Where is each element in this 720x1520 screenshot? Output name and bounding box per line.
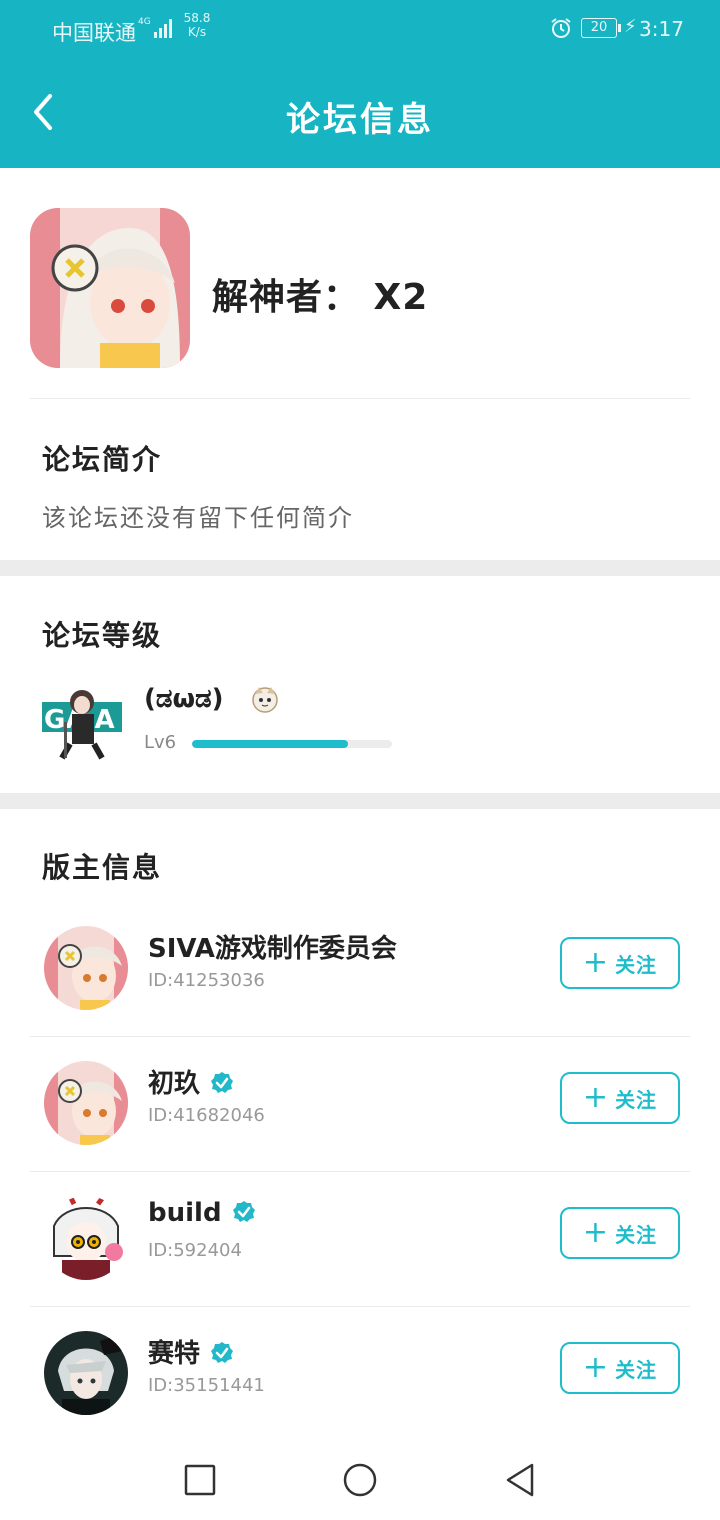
page-title: 论坛信息 (286, 100, 434, 140)
network-type-label: 4G (138, 17, 151, 27)
moderator-avatar[interactable] (44, 1196, 128, 1280)
moderator-row[interactable]: SIVA游戏制作委员会 ID:41253036 + 关注 (0, 902, 720, 1037)
moderator-name: SIVA游戏制作委员会 (148, 928, 397, 965)
level-heading: 论坛等级 (42, 619, 163, 652)
follow-button[interactable]: + 关注 (560, 1207, 680, 1259)
level-progress-fill (192, 740, 348, 748)
moderator-id: ID:592404 (148, 1240, 242, 1261)
follow-label: 关注 (615, 952, 658, 977)
speed-value: 58.8 (183, 11, 211, 25)
battery-level: 20 (590, 20, 608, 35)
charging-icon: ⚡ (624, 16, 637, 37)
system-nav-bar (0, 1440, 720, 1520)
section-separator (0, 560, 720, 576)
moderator-name: 初玖 (148, 1063, 234, 1100)
moderator-name: build (148, 1198, 256, 1228)
home-icon[interactable] (340, 1460, 380, 1500)
moderator-name: 赛特 (148, 1333, 234, 1370)
level-label: Lv6 (144, 732, 177, 753)
forum-logo (30, 208, 190, 368)
intro-text: 该论坛还没有留下任何简介 (42, 504, 354, 532)
level-avatar: GA A (42, 690, 122, 760)
follow-button[interactable]: + 关注 (560, 1342, 680, 1394)
status-bar: 中国联通 4G 58.8 K/s 20 ⚡ 3:17 (0, 0, 720, 56)
plus-icon: + (582, 1080, 610, 1115)
intro-heading: 论坛简介 (42, 443, 163, 476)
verified-icon (211, 1342, 234, 1363)
alarm-icon (551, 18, 571, 38)
moderator-avatar[interactable] (44, 1061, 128, 1145)
level-name: (ಡωಡ) (144, 684, 224, 714)
network-speed: 58.8 K/s (182, 11, 212, 39)
follow-label: 关注 (615, 1222, 658, 1247)
moderator-id: ID:41253036 (148, 970, 265, 991)
moderators-heading: 版主信息 (42, 851, 163, 884)
emoji-icon (252, 687, 278, 713)
verified-icon (232, 1201, 255, 1222)
battery-icon: 20 (581, 18, 617, 38)
forum-name: 解神者： X2 (212, 277, 429, 318)
plus-icon: + (582, 1350, 610, 1385)
moderator-row[interactable]: build ID:592404 + 关注 (0, 1172, 720, 1307)
plus-icon: + (582, 1215, 610, 1250)
carrier-label: 中国联通 (52, 21, 136, 45)
signal-icon: 4G (138, 17, 172, 38)
moderator-row[interactable]: 赛特 ID:35151441 + 关注 (0, 1307, 720, 1442)
back-nav-icon[interactable] (500, 1460, 540, 1500)
plus-icon: + (582, 945, 610, 980)
moderator-avatar[interactable] (44, 1331, 128, 1415)
moderator-name-text: build (148, 1198, 222, 1228)
verified-icon (211, 1072, 234, 1093)
app-header: 中国联通 4G 58.8 K/s 20 ⚡ 3:17 论坛信息 (0, 0, 720, 168)
follow-button[interactable]: + 关注 (560, 937, 680, 989)
section-separator (0, 793, 720, 809)
follow-label: 关注 (615, 1357, 658, 1382)
level-progress-bar (192, 740, 392, 748)
moderator-row[interactable]: 初玖 ID:41682046 + 关注 (0, 1037, 720, 1172)
clock: 3:17 (639, 17, 684, 41)
divider (30, 398, 690, 399)
follow-label: 关注 (615, 1087, 658, 1112)
recent-apps-icon[interactable] (180, 1460, 220, 1500)
follow-button[interactable]: + 关注 (560, 1072, 680, 1124)
speed-unit: K/s (187, 25, 207, 39)
moderator-name-text: 赛特 (148, 1339, 201, 1369)
battery-tip (618, 24, 621, 32)
moderator-name-text: 初玖 (148, 1069, 201, 1099)
moderator-id: ID:35151441 (148, 1375, 265, 1396)
moderator-name-text: SIVA游戏制作委员会 (148, 934, 397, 964)
moderator-avatar[interactable] (44, 926, 128, 1010)
moderator-id: ID:41682046 (148, 1105, 265, 1126)
